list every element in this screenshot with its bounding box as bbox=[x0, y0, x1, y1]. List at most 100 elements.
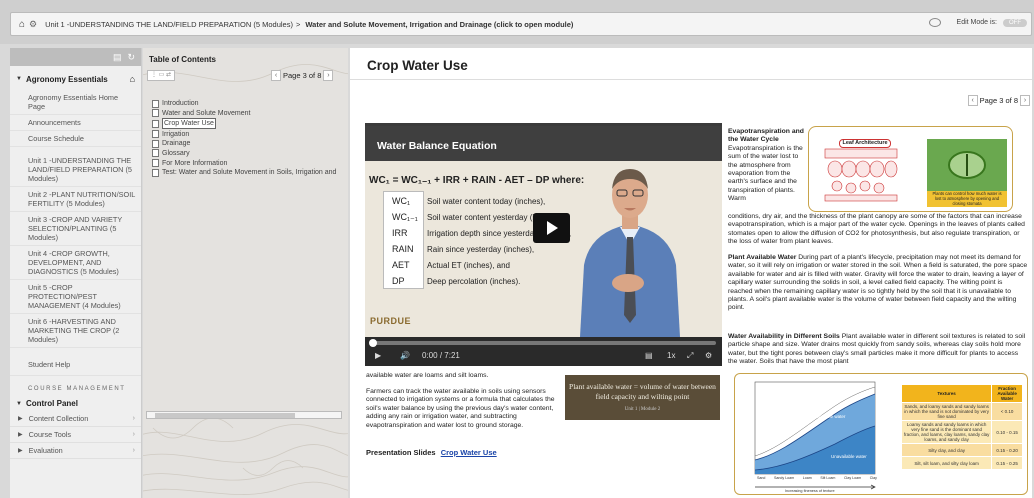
sidebar-item-unit-2[interactable]: Unit 2 -PLANT NUTRITION/SOIL FERTILITY (… bbox=[10, 187, 141, 212]
course-title-row[interactable]: ▼ Agronomy Essentials ⌂ bbox=[10, 66, 141, 90]
page-icon bbox=[152, 130, 159, 139]
page-icon bbox=[152, 168, 159, 177]
course-menu: ▤ ↻ ▼ Agronomy Essentials ⌂ Agronomy Ess… bbox=[10, 48, 142, 498]
toc-item-water-solute[interactable]: Water and Solute Movement bbox=[152, 109, 348, 118]
toc-item-crop-water-use[interactable]: Crop Water Use bbox=[152, 118, 348, 130]
toc-item-irrigation[interactable]: Irrigation bbox=[152, 130, 348, 139]
breadcrumb: ⌂ ⚙ Unit 1 -UNDERSTANDING THE LAND/FIELD… bbox=[10, 12, 1032, 36]
video-time: 0:00 / 7:21 bbox=[422, 351, 460, 360]
sidebar-item-announcements[interactable]: Announcements bbox=[10, 115, 141, 131]
prev-page-button[interactable]: ‹ bbox=[967, 95, 978, 106]
toc-item-label: For More Information bbox=[162, 159, 228, 167]
settings-icon[interactable]: ⚙ bbox=[29, 19, 37, 30]
control-panel-heading[interactable]: ▼ Control Panel bbox=[10, 396, 141, 411]
sidebar-item-unit-3[interactable]: Unit 3 -CROP AND VARIETY SELECTION/PLANT… bbox=[10, 212, 141, 246]
breadcrumb-current[interactable]: Water and Solute Movement, Irrigation an… bbox=[305, 20, 573, 29]
play-icon[interactable]: ▶ bbox=[375, 351, 381, 360]
toc-item-glossary[interactable]: Glossary bbox=[152, 149, 348, 158]
unavailable-water-label: Unavailable water bbox=[831, 454, 867, 459]
table-cell: Sands, and loamy sands and sandy loams i… bbox=[900, 402, 993, 421]
table-cell: 0.15 - 0.25 bbox=[991, 456, 1023, 470]
panel-item-label: Course Tools bbox=[28, 430, 72, 439]
next-page-button[interactable]: › bbox=[323, 70, 334, 81]
divider bbox=[350, 79, 1032, 80]
sidebar-item-student-help[interactable]: Student Help bbox=[10, 354, 141, 376]
table-cell: Silt, silt loam, and silty clay loam bbox=[900, 456, 993, 470]
sidebar-item-course-schedule[interactable]: Course Schedule bbox=[10, 131, 141, 147]
edit-mode-control: Edit Mode is: OFF bbox=[928, 18, 1027, 27]
x-tick: Clay bbox=[869, 476, 877, 480]
refresh-icon[interactable]: ↻ bbox=[127, 52, 135, 63]
toc-item-label: Water and Solute Movement bbox=[162, 109, 251, 117]
term-abbr: IRR bbox=[392, 228, 408, 238]
term-desc: Deep percolation (inches). bbox=[427, 277, 521, 286]
panel-item-course-tools[interactable]: ▶ Course Tools › bbox=[10, 427, 141, 443]
control-panel-label: Control Panel bbox=[25, 399, 78, 408]
table-cell: Silty clay, and clay bbox=[900, 443, 993, 457]
fullscreen-icon[interactable]: ⤢ bbox=[687, 351, 693, 361]
sidebar-item-unit-5[interactable]: Unit 5 -CROP PROTECTION/PEST MANAGEMENT … bbox=[10, 280, 141, 314]
toc-item-label: Crop Water Use bbox=[162, 118, 216, 130]
page-icon bbox=[152, 139, 159, 148]
term-abbr: DP bbox=[392, 276, 405, 286]
home-icon[interactable]: ⌂ bbox=[19, 19, 25, 30]
toc-item-test[interactable]: Test: Water and Solute Movement in Soils… bbox=[152, 168, 348, 177]
page-icon bbox=[152, 159, 159, 168]
scrollbar-thumb[interactable] bbox=[155, 413, 295, 418]
edit-mode-label: Edit Mode is: bbox=[956, 19, 997, 26]
water-balance-equation: WC₁ = WC₁₋₁ + IRR + RAIN - AET – DP wher… bbox=[369, 175, 585, 186]
home-icon[interactable]: ⌂ bbox=[130, 74, 135, 84]
sidebar-item-unit-4[interactable]: Unit 4 -CROP GROWTH, DEVELOPMENT, AND DI… bbox=[10, 246, 141, 280]
video-progress-bar[interactable] bbox=[369, 339, 716, 347]
x-tick: Silt Loam bbox=[820, 476, 836, 480]
panel-item-evaluation[interactable]: ▶ Evaluation › bbox=[10, 443, 141, 459]
play-button[interactable] bbox=[533, 213, 570, 243]
toc-item-introduction[interactable]: Introduction bbox=[152, 99, 348, 108]
toc-item-drainage[interactable]: Drainage bbox=[152, 139, 348, 148]
wa-heading: Water Availability in Different Soils bbox=[728, 333, 840, 340]
breadcrumb-separator: > bbox=[295, 19, 301, 29]
volume-icon[interactable]: 🔊 bbox=[400, 351, 410, 360]
top-bar: ⌂ ⚙ Unit 1 -UNDERSTANDING THE LAND/FIELD… bbox=[0, 0, 1034, 44]
captions-icon[interactable]: ▤ bbox=[645, 351, 653, 360]
table-header-row: Textures Fraction Available Water bbox=[900, 384, 1023, 403]
presentation-link[interactable]: Crop Water Use bbox=[441, 448, 497, 457]
caret-right-icon: ▶ bbox=[18, 448, 23, 454]
caret-down-icon: ▼ bbox=[16, 76, 22, 82]
table-cell: < 0.10 bbox=[991, 402, 1023, 421]
panel-item-label: Content Collection bbox=[28, 414, 89, 423]
presenter-image bbox=[580, 169, 680, 337]
toc-horizontal-scrollbar[interactable] bbox=[146, 411, 342, 419]
sidebar-item-unit-6[interactable]: Unit 6 -HARVESTING AND MARKETING THE CRO… bbox=[10, 314, 141, 348]
toc-item-more-info[interactable]: For More Information bbox=[152, 159, 348, 168]
playback-speed[interactable]: 1x bbox=[667, 351, 675, 360]
leaf-figure-title: Leaf Architecture bbox=[839, 139, 891, 148]
progress-knob[interactable] bbox=[369, 339, 377, 347]
page-title: Crop Water Use bbox=[367, 58, 468, 73]
breadcrumb-parent[interactable]: Unit 1 -UNDERSTANDING THE LAND/FIELD PRE… bbox=[45, 20, 293, 29]
paragraph-below-video: available water are loams and silt loams… bbox=[366, 372, 489, 379]
panel-item-label: Evaluation bbox=[28, 446, 63, 455]
student-preview-icon[interactable] bbox=[928, 18, 941, 27]
paw-heading: Plant Available Water bbox=[728, 254, 797, 261]
course-title[interactable]: Agronomy Essentials bbox=[26, 75, 108, 84]
prev-page-button[interactable]: ‹ bbox=[271, 70, 281, 81]
table-cell: Loamy sands and sandy loams in which ver… bbox=[900, 420, 993, 444]
table-header: Textures bbox=[900, 384, 993, 403]
table-cell: 0.10 - 0.15 bbox=[991, 420, 1023, 444]
panel-item-content-collection[interactable]: ▶ Content Collection › bbox=[10, 411, 141, 427]
edit-mode-toggle[interactable]: OFF bbox=[1003, 18, 1027, 27]
folder-view-icon[interactable]: ▤ bbox=[113, 52, 122, 63]
sidebar-item-unit-1[interactable]: Unit 1 -UNDERSTANDING THE LAND/FIELD PRE… bbox=[10, 153, 141, 187]
next-page-button[interactable]: › bbox=[1020, 95, 1030, 106]
toc-options-button[interactable]: ⋮ ▭ ⇄ bbox=[147, 70, 175, 81]
sidebar-item-home[interactable]: Agronomy Essentials Home Page bbox=[10, 90, 141, 115]
content-pager: ‹ Page 3 of 8 › bbox=[967, 95, 1030, 106]
settings-icon[interactable]: ⚙ bbox=[705, 351, 712, 360]
paragraph-farmers: Farmers can track the water available in… bbox=[366, 388, 555, 429]
paw-paragraph: Plant Available Water During part of a p… bbox=[728, 254, 1028, 313]
x-tick: Sand bbox=[757, 476, 766, 480]
course-management-heading: COURSE MANAGEMENT bbox=[28, 386, 126, 392]
toc-pager: ‹ Page 3 of 8 › bbox=[271, 70, 334, 81]
video-player[interactable]: Water Balance Equation WC₁ = WC₁₋₁ + IRR… bbox=[365, 123, 722, 366]
